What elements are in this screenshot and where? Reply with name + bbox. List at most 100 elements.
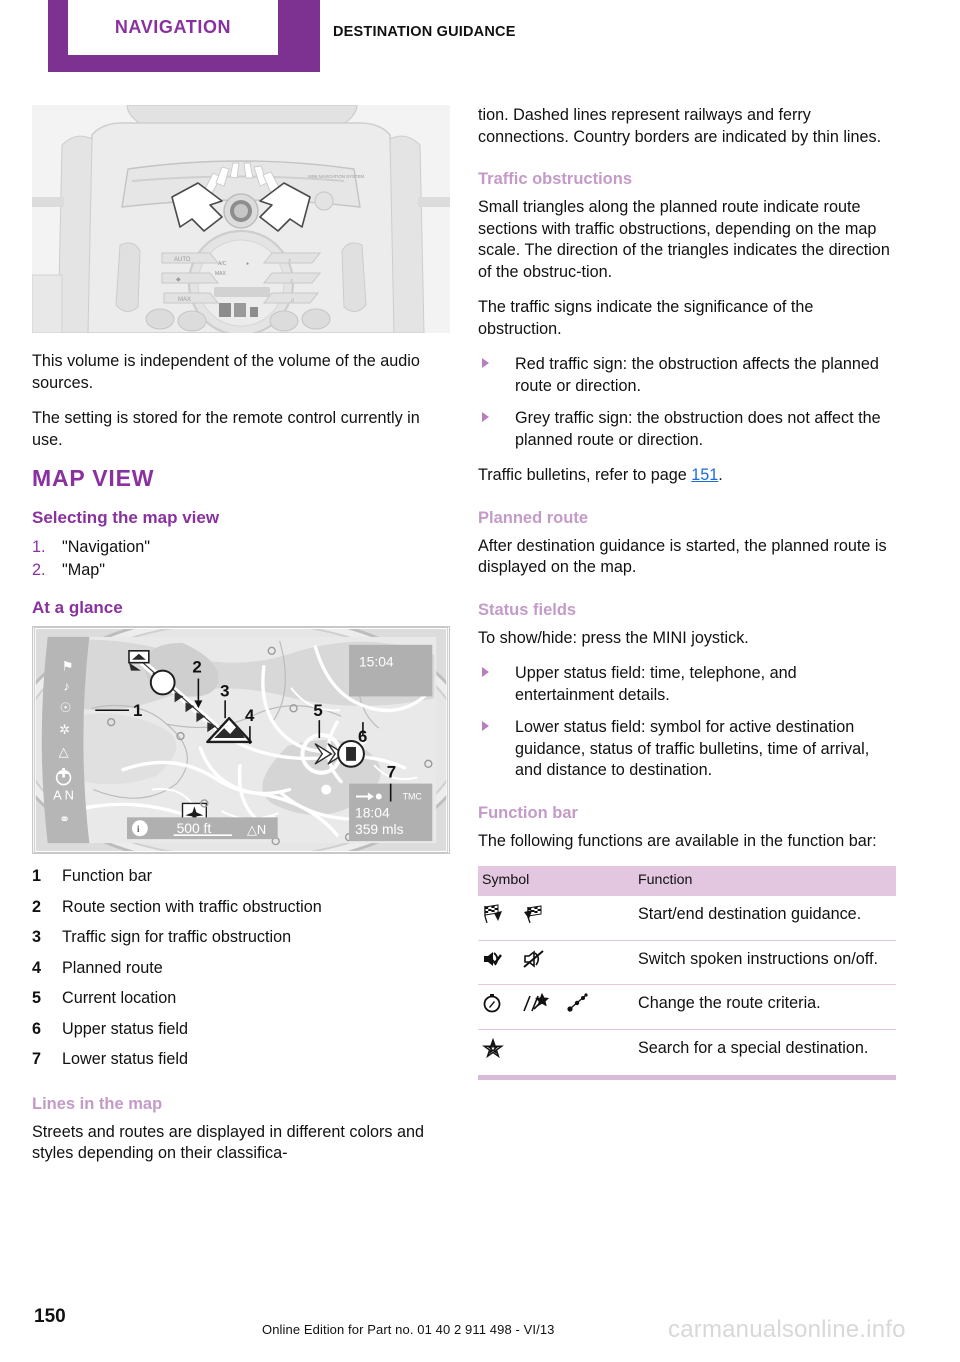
special-destination-star-icon xyxy=(482,1037,504,1067)
paragraph-setting-stored: The setting is stored for the remote con… xyxy=(32,409,420,449)
svg-text:1: 1 xyxy=(133,701,142,720)
paragraph-traffic-triangles: Small triangles along the planned route … xyxy=(478,198,890,281)
step-label: "Map" xyxy=(62,561,105,579)
traffic-sign-bullet-list: Red traffic sign: the obstruction affect… xyxy=(478,354,896,451)
svg-text:7: 7 xyxy=(387,763,396,782)
column-header-symbol: Symbol xyxy=(478,866,634,896)
triangle-bullet-icon xyxy=(482,412,489,422)
column-header-function: Function xyxy=(634,866,896,896)
symbol-cell xyxy=(478,1028,634,1075)
legend-label: Route section with traffic obstruction xyxy=(62,897,322,916)
table-row: Search for a special destination. xyxy=(478,1028,896,1075)
map-tmc-label: TMC xyxy=(403,791,423,801)
legend-number: 5 xyxy=(32,989,42,1007)
checkered-flags-end-icon xyxy=(523,904,545,931)
table-header-row: Symbol Function xyxy=(478,866,896,896)
compass-icon xyxy=(482,993,502,1020)
triangle-bullet-icon xyxy=(482,721,489,731)
page-header: NAVIGATION DESTINATION GUIDANCE xyxy=(0,0,960,80)
legend-label: Traffic sign for traffic obstruction xyxy=(62,928,292,946)
svg-text:✲: ✲ xyxy=(59,722,70,737)
paragraph-status-showhide: To show/hide: press the MINI joystick. xyxy=(478,628,749,647)
legend-number: 6 xyxy=(32,1019,42,1038)
bullet-label: Red traffic sign: the obstruction affect… xyxy=(515,355,879,395)
bulletins-prefix: Traffic bulletins, refer to page xyxy=(478,466,692,484)
step-number: 2. xyxy=(32,561,46,579)
svg-text:●: ● xyxy=(246,261,249,267)
bullet-label: Grey traffic sign: the obstruction does … xyxy=(515,409,881,449)
page-number: 150 xyxy=(34,1306,66,1327)
paragraph-function-bar: The following functions are available in… xyxy=(478,831,877,850)
paragraph-lines-continued: tion. Dashed lines represent railways an… xyxy=(478,106,882,146)
speaker-on-icon xyxy=(482,949,504,976)
map-lower-status-distance: 359 mls xyxy=(355,821,404,837)
svg-text:5: 5 xyxy=(313,701,322,720)
page-reference-link[interactable]: 151 xyxy=(691,466,718,484)
status-fields-bullet-list: Upper status field: time, telephone, and… xyxy=(478,663,896,782)
svg-text:☉: ☉ xyxy=(60,700,72,715)
edition-notice: Online Edition for Part no. 01 40 2 911 … xyxy=(262,1322,555,1337)
legend-label: Upper status field xyxy=(62,1019,188,1038)
svg-text:AUTO: AUTO xyxy=(174,257,191,263)
svg-text:i: i xyxy=(137,824,140,835)
svg-text:4: 4 xyxy=(245,706,255,725)
paragraph-volume-independent: This volume is independent of the volume… xyxy=(32,352,420,392)
legend-number: 7 xyxy=(32,1050,42,1068)
legend-label: Function bar xyxy=(62,867,152,885)
legend-row: 7 Lower status field xyxy=(32,1049,450,1071)
route-criteria-icon xyxy=(521,992,549,1020)
function-cell: Search for a special destination. xyxy=(634,1028,896,1075)
paragraph-traffic-bulletins: Traffic bulletins, refer to page 151. xyxy=(478,465,896,487)
legend-row: 4 Planned route xyxy=(32,958,450,980)
shortest-route-icon xyxy=(567,993,589,1020)
legend-number: 3 xyxy=(32,928,42,946)
svg-text:♪: ♪ xyxy=(290,278,293,284)
legend-row: 3 Traffic sign for traffic obstruction xyxy=(32,927,450,949)
heading-at-a-glance: At a glance xyxy=(32,598,123,617)
table-row: Switch spoken instructions on/off. xyxy=(478,939,896,985)
legend-row: 6 Upper status field xyxy=(32,1019,450,1041)
heading-status-fields: Status fields xyxy=(478,600,577,619)
table-row: Start/end destination guidance. xyxy=(478,895,896,940)
chapter-tab: NAVIGATION xyxy=(68,0,278,55)
legend-row: 5 Current location xyxy=(32,988,450,1010)
speaker-off-icon xyxy=(522,949,545,976)
map-view-illustration: ⚑ ♪ ☉ ✲ △ ✚ A N ⚭ 15:04 TMC 18:04 359 ml… xyxy=(32,626,450,854)
paragraph-lines-in-map: Streets and routes are displayed in diff… xyxy=(32,1122,425,1163)
site-watermark: carmanualsonline.info xyxy=(668,1316,906,1343)
map-upper-status-time: 15:04 xyxy=(359,654,394,670)
map-lower-status-time: 18:04 xyxy=(355,804,390,820)
table-bottom-rule xyxy=(478,1075,896,1080)
svg-text:✚: ✚ xyxy=(58,766,69,781)
legend-number: 4 xyxy=(32,958,42,977)
heading-traffic-obstructions: Traffic obstructions xyxy=(478,170,633,188)
legend-row: 2 Route section with traffic obstruction xyxy=(32,897,450,919)
checkered-flags-start-icon xyxy=(482,904,504,931)
svg-text:♪: ♪ xyxy=(63,678,69,693)
heading-selecting-map-view: Selecting the map view xyxy=(32,508,220,527)
svg-text:3: 3 xyxy=(220,681,229,700)
page-title-map-view: MAP VIEW xyxy=(32,465,155,491)
dashboard-illustration: MINI NAVIGATION SYSTEM A/CMAX ● AUTO◆MAX… xyxy=(32,105,450,333)
svg-text:MAX: MAX xyxy=(178,297,191,303)
chapter-title: NAVIGATION xyxy=(114,17,232,37)
function-cell: Start/end destination guidance. xyxy=(634,895,896,940)
paragraph-planned-route: After destination guidance is started, t… xyxy=(478,536,887,577)
heading-lines-in-the-map: Lines in the map xyxy=(32,1094,163,1113)
bullet-item: Red traffic sign: the obstruction affect… xyxy=(478,354,896,397)
symbol-cell xyxy=(478,939,634,985)
svg-text:◆: ◆ xyxy=(176,277,181,283)
bullet-item: Upper status field: time, telephone, and… xyxy=(478,663,896,706)
dashboard-figure: MINI NAVIGATION SYSTEM A/C MAX ● AUTO ◆ … xyxy=(32,105,450,333)
procedure-steps: 1. "Navigation" 2. "Map" xyxy=(32,536,450,582)
map-scale-label: 500 ft xyxy=(177,820,212,836)
svg-text:2: 2 xyxy=(192,658,201,677)
right-column: tion. Dashed lines represent railways an… xyxy=(478,105,896,1080)
svg-text:MAX: MAX xyxy=(215,271,227,277)
map-north-indicator: △N xyxy=(247,822,266,837)
step-item: 2. "Map" xyxy=(32,559,450,582)
table-row: Change the route criteria. xyxy=(478,984,896,1029)
svg-text:A N: A N xyxy=(53,787,74,802)
function-bar-table: Symbol Function Start/end destination gu… xyxy=(478,866,896,1075)
svg-text:♪: ♪ xyxy=(288,258,291,264)
